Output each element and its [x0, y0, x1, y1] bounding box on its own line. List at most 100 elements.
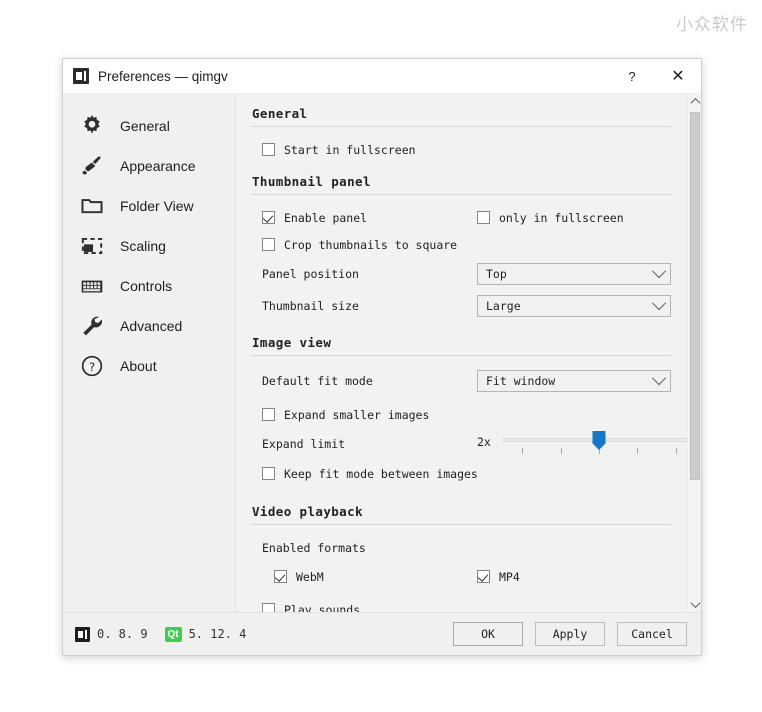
expand-smaller-images-label: Expand smaller images	[284, 407, 430, 422]
sidebar-item-controls[interactable]: Controls	[63, 266, 235, 306]
version-info: 0. 8. 9 Qt 5. 12. 4	[75, 626, 256, 642]
play-sounds-checkbox[interactable]	[262, 603, 275, 612]
qt-logo-icon: Qt	[164, 626, 182, 642]
crop-thumbnails-label: Crop thumbnails to square	[284, 237, 458, 252]
close-icon[interactable]: ✕	[655, 59, 701, 93]
ok-button[interactable]: OK	[453, 622, 523, 646]
app-version-icon	[75, 626, 90, 642]
default-fit-mode-value: Fit window	[486, 374, 556, 388]
wrench-icon	[77, 311, 107, 341]
start-in-fullscreen-checkbox[interactable]	[262, 143, 275, 156]
sidebar-item-scaling[interactable]: Scaling	[63, 226, 235, 266]
expand-limit-label: Expand limit	[262, 437, 346, 451]
section-title-thumbnail-panel: Thumbnail panel	[252, 174, 371, 189]
section-divider	[252, 126, 671, 127]
start-in-fullscreen-label: Start in fullscreen	[284, 142, 416, 157]
only-in-fullscreen-checkbox[interactable]	[477, 211, 490, 224]
dialog-footer: 0. 8. 9 Qt 5. 12. 4 OK Apply Cancel	[63, 612, 701, 655]
sidebar-item-about[interactable]: ? About	[63, 346, 235, 386]
sidebar-item-appearance[interactable]: Appearance	[63, 146, 235, 186]
scroll-up-icon[interactable]	[688, 94, 701, 109]
chevron-down-icon	[651, 296, 667, 311]
thumbnail-size-label: Thumbnail size	[262, 299, 359, 313]
help-button[interactable]: ?	[609, 59, 655, 93]
webm-label: WebM	[296, 569, 324, 584]
row-expand-smaller: Expand smaller images	[252, 402, 671, 427]
sidebar-item-label: Controls	[120, 278, 173, 294]
section-title-video-playback: Video playback	[252, 504, 363, 519]
chevron-down-icon	[651, 371, 667, 386]
only-in-fullscreen-label: only in fullscreen	[499, 210, 624, 225]
sidebar-item-label: Folder View	[120, 198, 194, 214]
mp4-label: MP4	[499, 569, 520, 584]
content-scrollbar[interactable]	[687, 94, 701, 612]
row-formats: WebM MP4	[252, 564, 671, 589]
row-enabled-formats: Enabled formats	[252, 535, 671, 560]
row-keep-fit-mode: Keep fit mode between images	[252, 461, 671, 486]
row-play-sounds: Play sounds	[252, 597, 671, 612]
sidebar-item-advanced[interactable]: Advanced	[63, 306, 235, 346]
expand-smaller-images-checkbox[interactable]	[262, 408, 275, 421]
chevron-down-icon	[651, 264, 667, 279]
row-crop-thumbnails: Crop thumbnails to square	[252, 232, 671, 257]
enabled-formats-label: Enabled formats	[262, 540, 366, 555]
keyboard-icon	[77, 271, 107, 301]
sidebar-item-label: About	[120, 358, 157, 374]
window-body: General Appearance Folder View Scaling C…	[63, 94, 701, 612]
enable-panel-checkbox[interactable]	[262, 211, 275, 224]
panel-position-label: Panel position	[262, 267, 359, 281]
sidebar-item-general[interactable]: General	[63, 106, 235, 146]
question-circle-icon: ?	[77, 351, 107, 381]
panel-position-select[interactable]: Top	[477, 263, 671, 285]
paintbrush-icon	[77, 151, 107, 181]
site-watermark: 小众软件	[676, 15, 748, 35]
row-panel-position: Panel position Top	[252, 259, 671, 289]
qt-version-text: 5. 12. 4	[188, 627, 247, 641]
play-sounds-label: Play sounds	[284, 602, 361, 613]
gear-icon	[77, 111, 107, 141]
expand-limit-slider[interactable]	[503, 431, 687, 457]
scrollbar-thumb[interactable]	[690, 112, 700, 480]
enable-panel-label: Enable panel	[284, 210, 368, 225]
row-start-fullscreen: Start in fullscreen	[252, 137, 671, 162]
settings-sidebar: General Appearance Folder View Scaling C…	[63, 94, 235, 612]
expand-limit-value: 2x	[477, 435, 491, 449]
row-thumbnail-size: Thumbnail size Large	[252, 291, 671, 321]
window-controls: ? ✕	[609, 59, 701, 93]
row-default-fit-mode: Default fit mode Fit window	[252, 366, 671, 396]
window-titlebar: Preferences — qimgv ? ✕	[63, 59, 701, 94]
folder-icon	[77, 191, 107, 221]
section-divider	[252, 524, 671, 525]
sidebar-item-label: Advanced	[120, 318, 183, 334]
window-title: Preferences — qimgv	[98, 68, 228, 84]
crop-thumbnails-checkbox[interactable]	[262, 238, 275, 251]
settings-content-area: General Start in fullscreen Thumbnail pa…	[235, 94, 701, 612]
section-divider	[252, 355, 671, 356]
sidebar-item-folder-view[interactable]: Folder View	[63, 186, 235, 226]
row-enable-panel: Enable panel only in fullscreen	[252, 205, 671, 230]
app-window-icon	[73, 68, 89, 84]
keep-fit-mode-checkbox[interactable]	[262, 467, 275, 480]
default-fit-mode-label: Default fit mode	[262, 374, 373, 388]
thumbnail-size-select[interactable]: Large	[477, 295, 671, 317]
general-settings-pane: General Start in fullscreen Thumbnail pa…	[236, 94, 687, 612]
row-expand-limit: Expand limit 2x	[252, 429, 687, 459]
default-fit-mode-select[interactable]: Fit window	[477, 370, 671, 392]
sidebar-item-label: General	[120, 118, 170, 134]
slider-ticks	[503, 448, 687, 456]
scaling-icon	[77, 231, 107, 261]
cancel-button[interactable]: Cancel	[617, 622, 687, 646]
svg-text:?: ?	[89, 360, 95, 374]
mp4-checkbox[interactable]	[477, 570, 490, 583]
scroll-down-icon[interactable]	[688, 597, 701, 612]
section-title-image-view: Image view	[252, 335, 332, 350]
keep-fit-mode-label: Keep fit mode between images	[284, 466, 478, 481]
section-title-general: General	[252, 106, 308, 121]
preferences-window: Preferences — qimgv ? ✕ General Appearan…	[62, 58, 702, 656]
webm-checkbox[interactable]	[274, 570, 287, 583]
sidebar-item-label: Appearance	[120, 158, 196, 174]
section-divider	[252, 194, 671, 195]
panel-position-value: Top	[486, 267, 507, 281]
apply-button[interactable]: Apply	[535, 622, 605, 646]
thumbnail-size-value: Large	[486, 299, 521, 313]
